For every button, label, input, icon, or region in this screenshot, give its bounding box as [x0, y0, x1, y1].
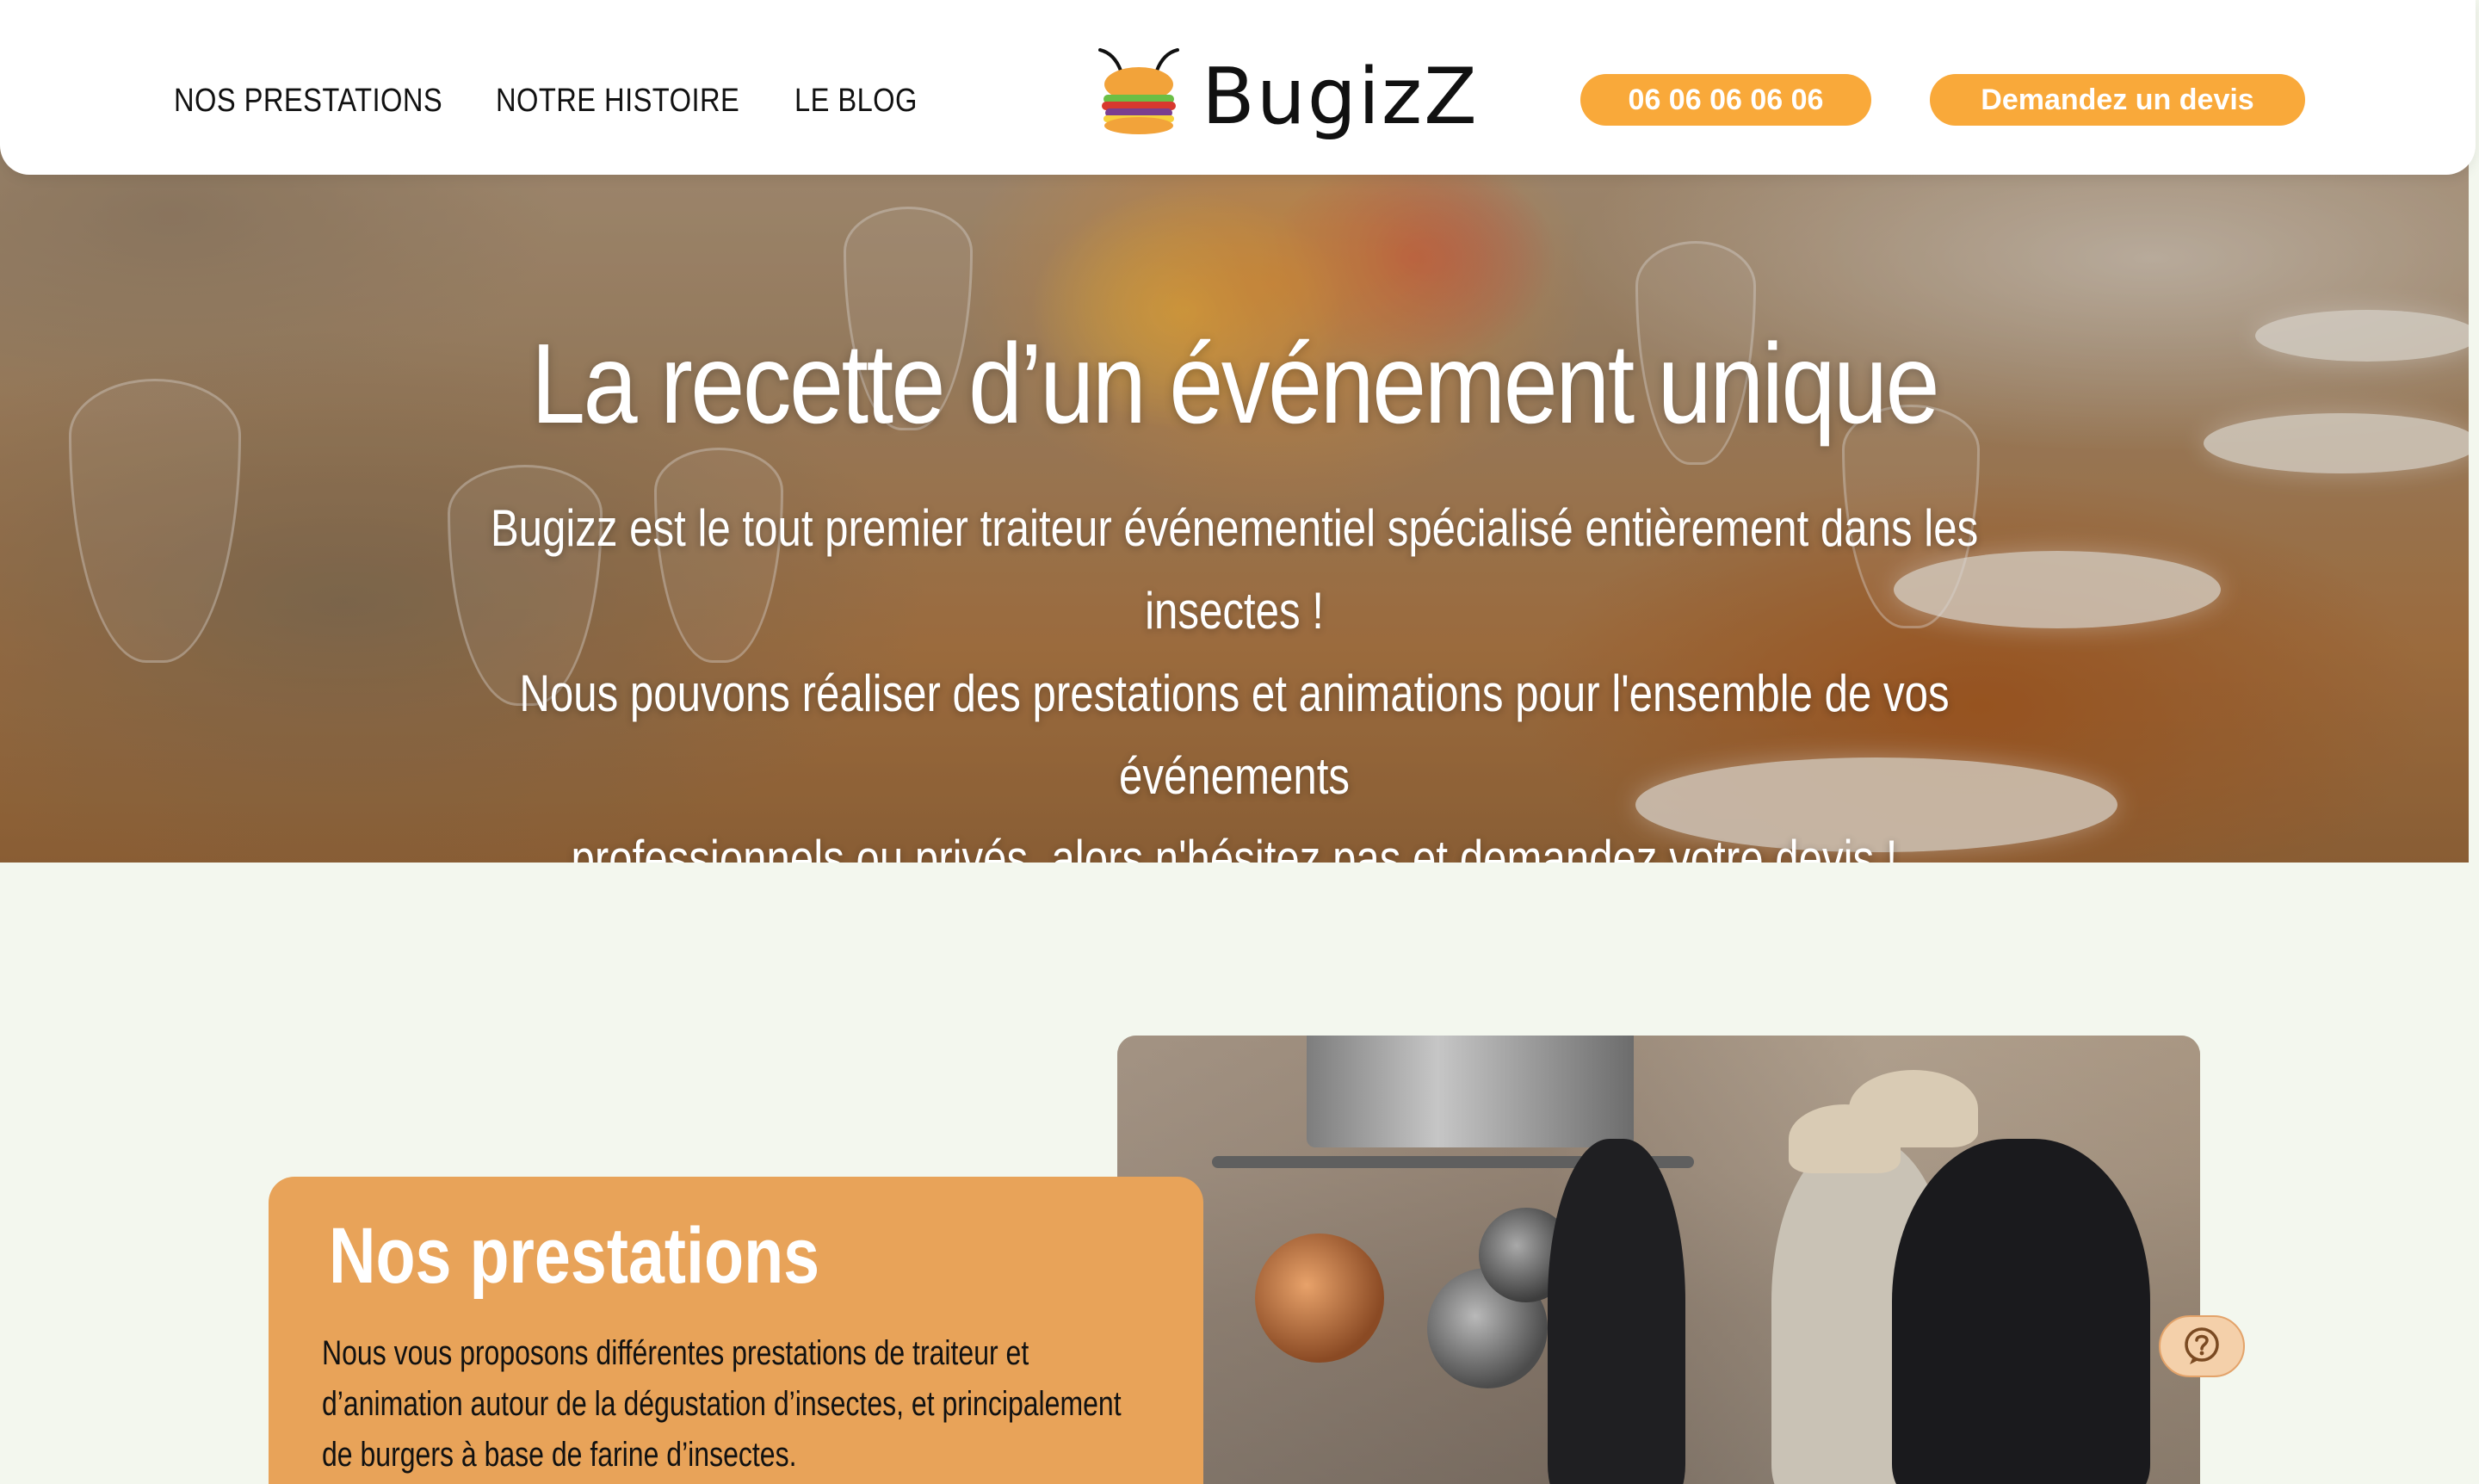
- prestations-title: Nos prestations: [329, 1212, 820, 1300]
- logo-text: BugizZ: [1202, 52, 1479, 142]
- nav-link-histoire[interactable]: NOTRE HISTOIRE: [496, 83, 739, 120]
- photo-copper-pan: [1255, 1234, 1384, 1363]
- nav-link-prestations[interactable]: NOS PRESTATIONS: [174, 83, 442, 120]
- prestations-description-line: de burgers à base de farine d’insectes.: [322, 1436, 797, 1474]
- site-header: NOS PRESTATIONS NOTRE HISTOIRE LE BLOG B…: [0, 0, 2476, 175]
- photo-hood: [1307, 1036, 1634, 1147]
- hero-description-line: Nous pouvons réaliser des prestations et…: [519, 665, 1950, 805]
- bee-burger-icon: [1098, 48, 1179, 134]
- prestations-description: Nous vous proposons différentes prestati…: [322, 1328, 1128, 1481]
- hero-title: La recette d’un événement unique: [530, 320, 1940, 447]
- quote-request-button[interactable]: Demandez un devis: [1930, 74, 2305, 126]
- question-bubble-icon: [2185, 1327, 2219, 1364]
- photo-person: [1548, 1139, 1685, 1484]
- prestations-description-line: Nous vous proposons différentes prestati…: [322, 1334, 1029, 1372]
- photo-person: [1892, 1139, 2150, 1484]
- help-button[interactable]: [2159, 1315, 2245, 1377]
- prestations-card: Nos prestations Nous vous proposons diff…: [269, 1177, 1203, 1484]
- phone-button[interactable]: 06 06 06 06 06: [1580, 74, 1871, 126]
- photo-cap: [1849, 1070, 1978, 1147]
- kitchen-photo: [1117, 1036, 2200, 1484]
- hero-description: Bugizz est le tout premier traiteur évén…: [434, 487, 2035, 863]
- prestations-description-line: d’animation autour de la dégustation d’i…: [322, 1385, 1122, 1423]
- hero-description-line: professionnels ou privés, alors n'hésite…: [571, 830, 1898, 863]
- nav-link-blog[interactable]: LE BLOG: [794, 83, 918, 120]
- hero-description-line: Bugizz est le tout premier traiteur évén…: [490, 499, 1979, 640]
- logo[interactable]: BugizZ: [1091, 45, 1477, 157]
